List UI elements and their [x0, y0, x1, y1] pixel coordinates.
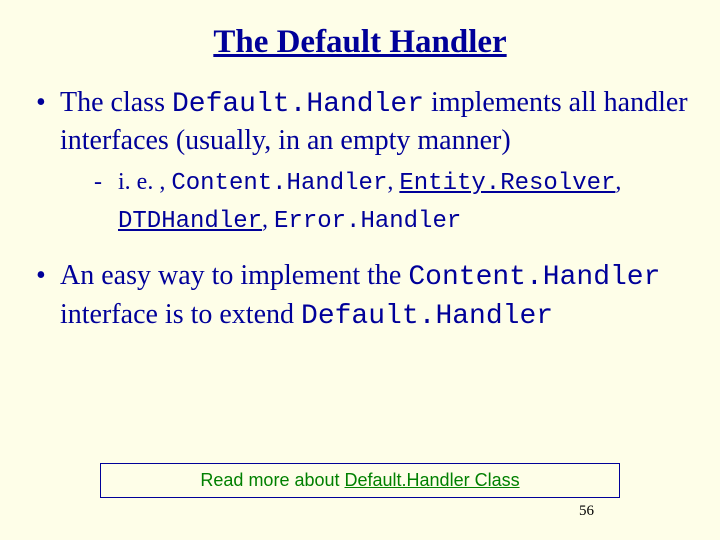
bullet-2-code1: Content.Handler — [408, 262, 660, 293]
sub-1-c4: Error.Handler — [274, 208, 461, 235]
bullet-2-pre: An easy way to implement the — [60, 260, 408, 291]
bullet-1-pre: The class — [60, 87, 172, 118]
bullet-1-code: Default.Handler — [172, 89, 424, 120]
sub-1-c3: DTDHandler — [118, 208, 262, 235]
sub-1-pre: i. e. , — [118, 169, 171, 195]
page-number: 56 — [579, 503, 594, 520]
bullet-2: An easy way to implement the Content.Han… — [32, 258, 688, 335]
bullet-list: The class Default.Handler implements all… — [32, 85, 688, 335]
sub-1-c1: Content.Handler — [171, 170, 387, 197]
sub-1-c2: Entity.Resolver — [399, 170, 615, 197]
bullet-2-code2: Default.Handler — [301, 301, 553, 332]
slide: The Default Handler The class Default.Ha… — [0, 0, 720, 540]
sub-1: i. e. , Content.Handler, Entity.Resolver… — [60, 164, 688, 240]
sub-1-sep3: , — [262, 207, 274, 233]
sub-list: i. e. , Content.Handler, Entity.Resolver… — [60, 164, 688, 240]
slide-title: The Default Handler — [32, 24, 688, 61]
footer-link[interactable]: Default.Handler Class — [345, 470, 520, 490]
footer-box: Read more about Default.Handler Class — [100, 463, 620, 498]
footer-pre: Read more about — [200, 470, 344, 490]
sub-1-sep1: , — [387, 169, 399, 195]
bullet-2-mid: interface is to extend — [60, 299, 301, 330]
bullet-1: The class Default.Handler implements all… — [32, 85, 688, 240]
sub-1-sep2: , — [615, 169, 621, 195]
